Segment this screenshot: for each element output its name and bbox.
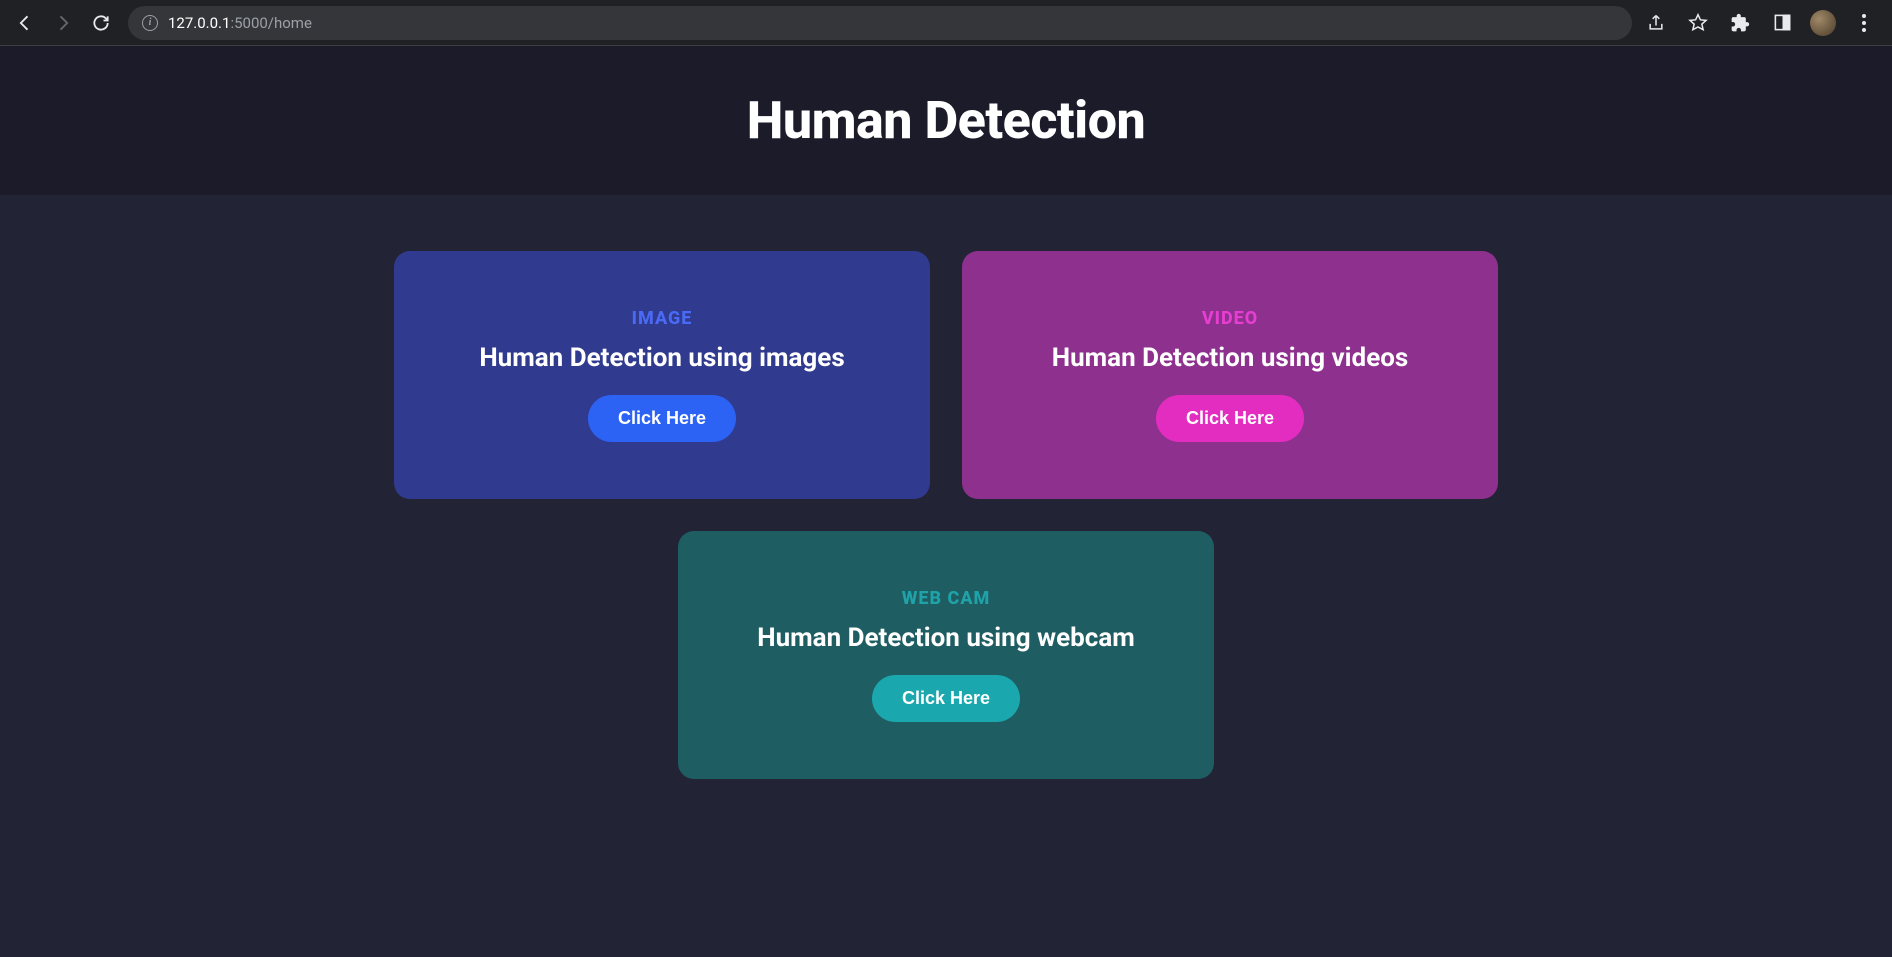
profile-avatar[interactable]: [1810, 10, 1836, 36]
card-image: IMAGE Human Detection using images Click…: [394, 251, 930, 499]
card-label-webcam: WEB CAM: [902, 588, 991, 609]
card-webcam: WEB CAM Human Detection using webcam Cli…: [678, 531, 1214, 779]
bookmark-star-icon[interactable]: [1684, 9, 1712, 37]
nav-buttons: [8, 6, 118, 40]
panel-icon[interactable]: [1768, 9, 1796, 37]
address-bar[interactable]: i 127.0.0.1:5000/home: [128, 6, 1632, 40]
page-title: Human Detection: [0, 90, 1892, 151]
cards-container: IMAGE Human Detection using images Click…: [166, 195, 1726, 879]
reload-button[interactable]: [84, 6, 118, 40]
browser-chrome: i 127.0.0.1:5000/home: [0, 0, 1892, 46]
url-text: 127.0.0.1:5000/home: [168, 14, 312, 32]
extensions-icon[interactable]: [1726, 9, 1754, 37]
card-label-image: IMAGE: [632, 308, 693, 329]
card-video: VIDEO Human Detection using videos Click…: [962, 251, 1498, 499]
url-path: :5000/home: [230, 14, 311, 32]
site-info-icon[interactable]: i: [142, 15, 158, 31]
chrome-menu-icon[interactable]: [1850, 9, 1878, 37]
card-label-video: VIDEO: [1202, 308, 1258, 329]
back-button[interactable]: [8, 6, 42, 40]
card-desc-webcam: Human Detection using webcam: [757, 623, 1135, 653]
url-host: 127.0.0.1: [168, 14, 230, 32]
click-here-webcam-button[interactable]: Click Here: [872, 675, 1020, 722]
page-header: Human Detection: [0, 46, 1892, 195]
click-here-video-button[interactable]: Click Here: [1156, 395, 1304, 442]
card-desc-image: Human Detection using images: [479, 343, 844, 373]
forward-button[interactable]: [46, 6, 80, 40]
share-icon[interactable]: [1642, 9, 1670, 37]
toolbar-right: [1642, 9, 1884, 37]
click-here-image-button[interactable]: Click Here: [588, 395, 736, 442]
card-desc-video: Human Detection using videos: [1052, 343, 1409, 373]
